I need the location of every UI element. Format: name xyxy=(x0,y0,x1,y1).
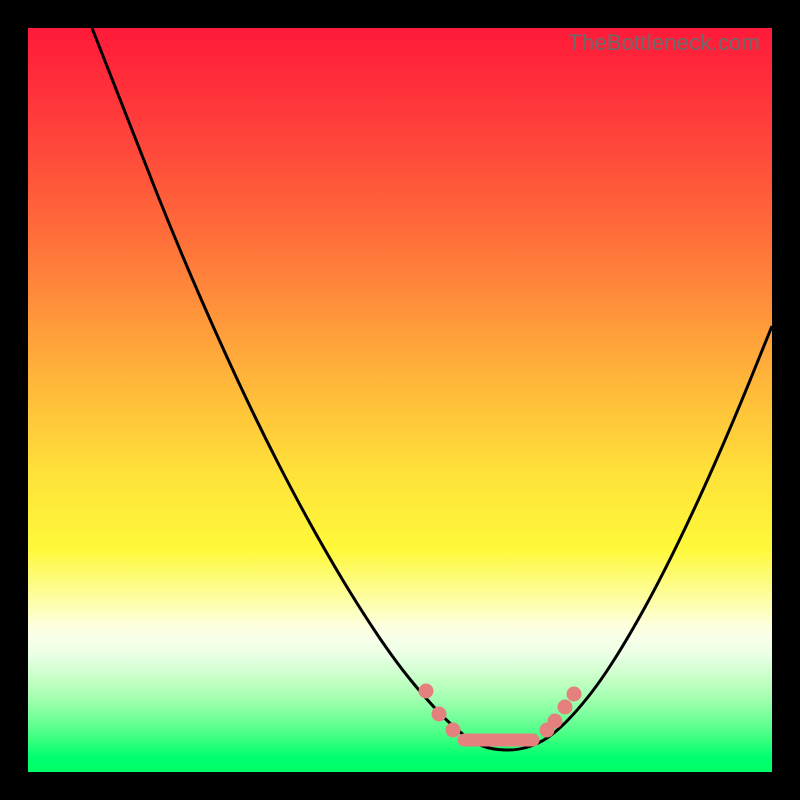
bottleneck-curve xyxy=(92,28,772,750)
marker-dot xyxy=(446,723,461,738)
marker-dot xyxy=(548,714,563,729)
marker-dot xyxy=(419,684,434,699)
plot-area: TheBottleneck.com xyxy=(28,28,772,772)
curve-svg xyxy=(28,28,772,772)
marker-dot xyxy=(567,687,582,702)
marker-dot xyxy=(432,707,447,722)
outer-frame: TheBottleneck.com xyxy=(0,0,800,800)
marker-dot xyxy=(558,700,573,715)
